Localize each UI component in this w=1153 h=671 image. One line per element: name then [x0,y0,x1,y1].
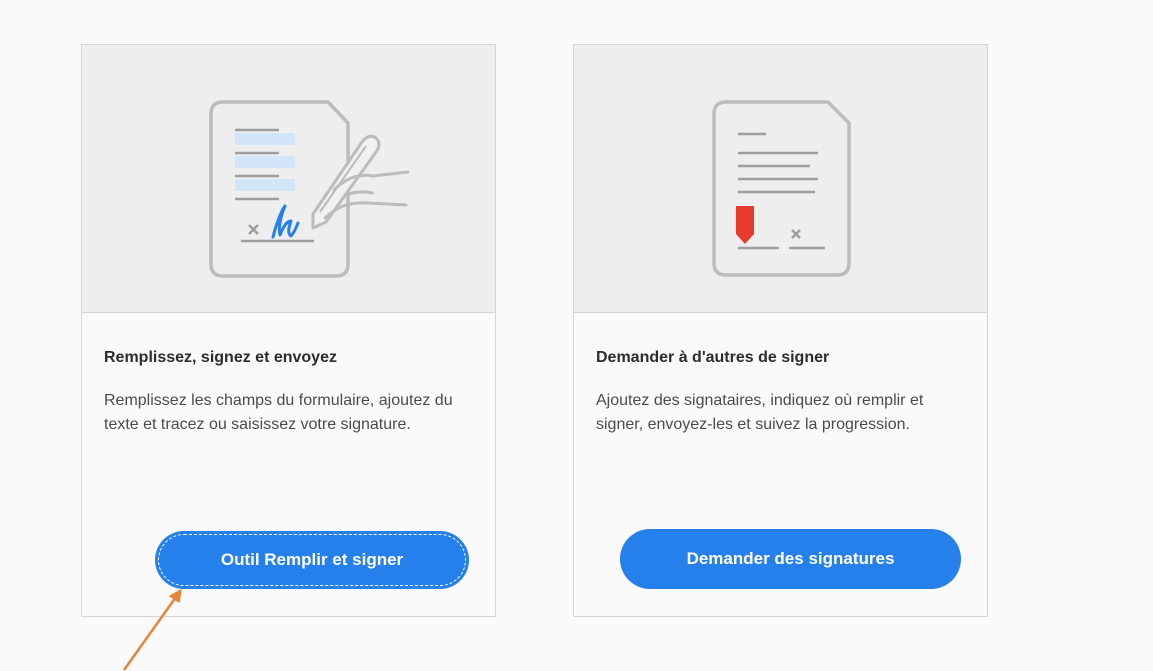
fill-and-sign-card: Remplissez, signez et envoyez Remplissez… [81,44,496,617]
request-signatures-illustration [574,45,987,313]
request-signatures-description: Ajoutez des signataires, indiquez où rem… [596,392,924,433]
fill-and-sign-description: Remplissez les champs du formulaire, ajo… [104,392,453,433]
fill-and-sign-document-icon [209,100,410,278]
fill-and-sign-title: Remplissez, signez et envoyez [104,349,337,366]
request-signatures-document-icon [712,100,851,277]
fill-and-sign-tool-button[interactable]: Outil Remplir et signer [155,531,469,589]
request-signatures-button[interactable]: Demander des signatures [620,529,961,589]
request-signatures-card: Demander à d'autres de signer Ajoutez de… [573,44,988,617]
fill-and-sign-illustration [82,45,495,313]
request-signatures-title: Demander à d'autres de signer [596,349,830,366]
